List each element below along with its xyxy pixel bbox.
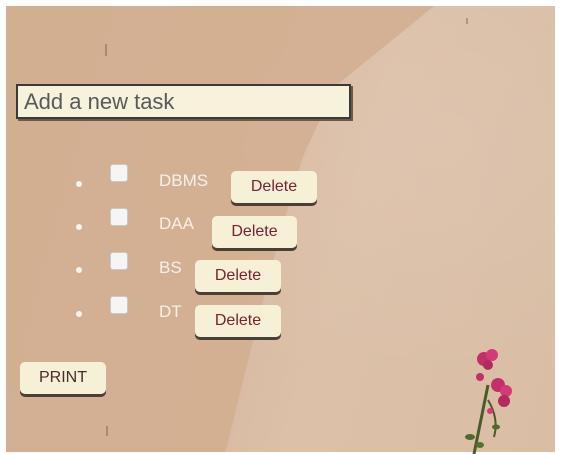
delete-button[interactable]: Delete (195, 305, 281, 337)
task-label: DAA (159, 214, 194, 233)
bullet-icon (76, 311, 82, 317)
task-checkbox[interactable] (110, 296, 128, 314)
delete-button[interactable]: Delete (231, 171, 317, 203)
wall-speck (105, 44, 107, 56)
delete-button[interactable]: Delete (195, 260, 281, 292)
wall-speck (466, 18, 468, 24)
bullet-icon (76, 224, 82, 230)
bullet-icon (76, 267, 82, 273)
bullet-icon (76, 181, 82, 187)
delete-button[interactable]: Delete (212, 216, 297, 248)
task-checkbox[interactable] (110, 208, 128, 226)
task-label: DT (159, 302, 182, 321)
new-task-input[interactable] (16, 84, 351, 119)
task-label: DBMS (159, 171, 209, 190)
flower-icon (465, 349, 512, 454)
wall-speck (106, 426, 108, 436)
task-label: BS (159, 258, 182, 277)
task-checkbox[interactable] (110, 164, 128, 182)
task-checkbox[interactable] (110, 252, 128, 270)
print-button[interactable]: PRINT (20, 362, 106, 394)
